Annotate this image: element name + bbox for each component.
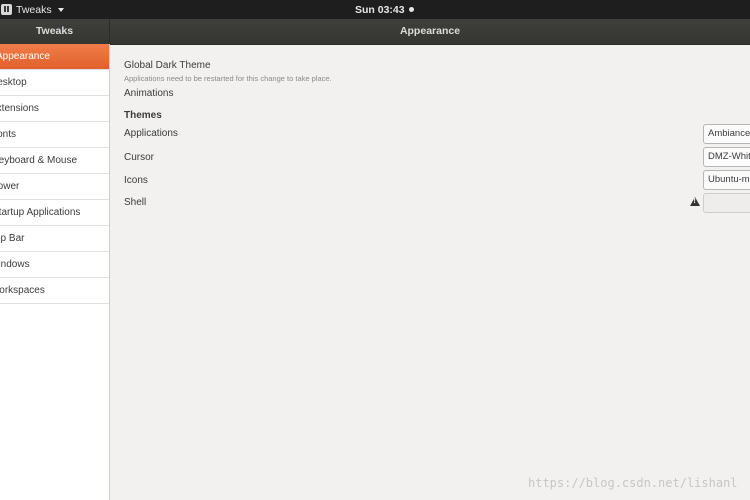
icons-theme-select[interactable]: Ubuntu-mono-dark (703, 170, 750, 190)
global-dark-theme-label: Global Dark Theme (124, 60, 211, 71)
applications-label: Applications (124, 128, 178, 139)
restart-note: Applications need to be restarted for th… (124, 74, 332, 83)
warning-icon (690, 197, 700, 206)
sidebar-item-label: Windows (0, 259, 30, 270)
sidebar-item-power[interactable]: Power (0, 174, 109, 200)
sidebar-item-keyboard-mouse[interactable]: Keyboard & Mouse (0, 148, 109, 174)
sidebar-item-label: Workspaces (0, 285, 45, 296)
sidebar-item-startup-applications[interactable]: Startup Applications (0, 200, 109, 226)
page-title: Appearance (399, 25, 461, 37)
sidebar-item-top-bar[interactable]: Top Bar (0, 226, 109, 252)
sidebar-item-workspaces[interactable]: Workspaces (0, 278, 109, 304)
cursor-label: Cursor (124, 152, 155, 163)
sidebar-item-windows[interactable]: Windows (0, 252, 109, 278)
themes-heading: Themes (124, 110, 162, 121)
clock-label: Sun 03:43 (355, 3, 405, 16)
caret-down-icon (57, 7, 64, 12)
sidebar-title: Tweaks (0, 19, 110, 44)
sidebar-item-label: Startup Applications (0, 207, 81, 218)
app-menu[interactable]: Tweaks (0, 0, 64, 19)
shell-theme-select (703, 193, 750, 213)
top-bar: Tweaks Sun 03:43 (0, 0, 750, 19)
sidebar-item-desktop[interactable]: Desktop (0, 70, 109, 96)
sidebar-item-label: Desktop (0, 77, 27, 88)
sidebar-item-extensions[interactable]: Extensions (0, 96, 109, 122)
app-menu-label: Tweaks (16, 3, 52, 16)
tweaks-app-icon (1, 4, 12, 15)
cursor-theme-select[interactable]: DMZ-White (703, 147, 750, 167)
sidebar-item-appearance[interactable]: Appearance (0, 44, 109, 70)
sidebar: Appearance Desktop Extensions Fonts Keyb… (0, 44, 110, 500)
sidebar-item-fonts[interactable]: Fonts (0, 122, 109, 148)
sidebar-item-label: Fonts (0, 129, 17, 140)
watermark: https://blog.csdn.net/lishanl (528, 476, 738, 490)
notification-dot-icon (408, 7, 414, 12)
appearance-panel: Global Dark Theme Applications need to b… (110, 44, 750, 500)
sidebar-item-label: Power (0, 181, 20, 192)
sidebar-item-label: Appearance (0, 51, 50, 62)
sidebar-item-label: Extensions (0, 103, 39, 114)
animations-label: Animations (124, 88, 174, 99)
icons-label: Icons (124, 175, 148, 186)
header-bar: Tweaks Appearance (0, 19, 750, 45)
sidebar-item-label: Top Bar (0, 233, 25, 244)
applications-theme-select[interactable]: Ambiance (703, 124, 750, 144)
clock[interactable]: Sun 03:43 (355, 0, 414, 19)
sidebar-item-label: Keyboard & Mouse (0, 155, 78, 166)
shell-label: Shell (124, 197, 147, 208)
